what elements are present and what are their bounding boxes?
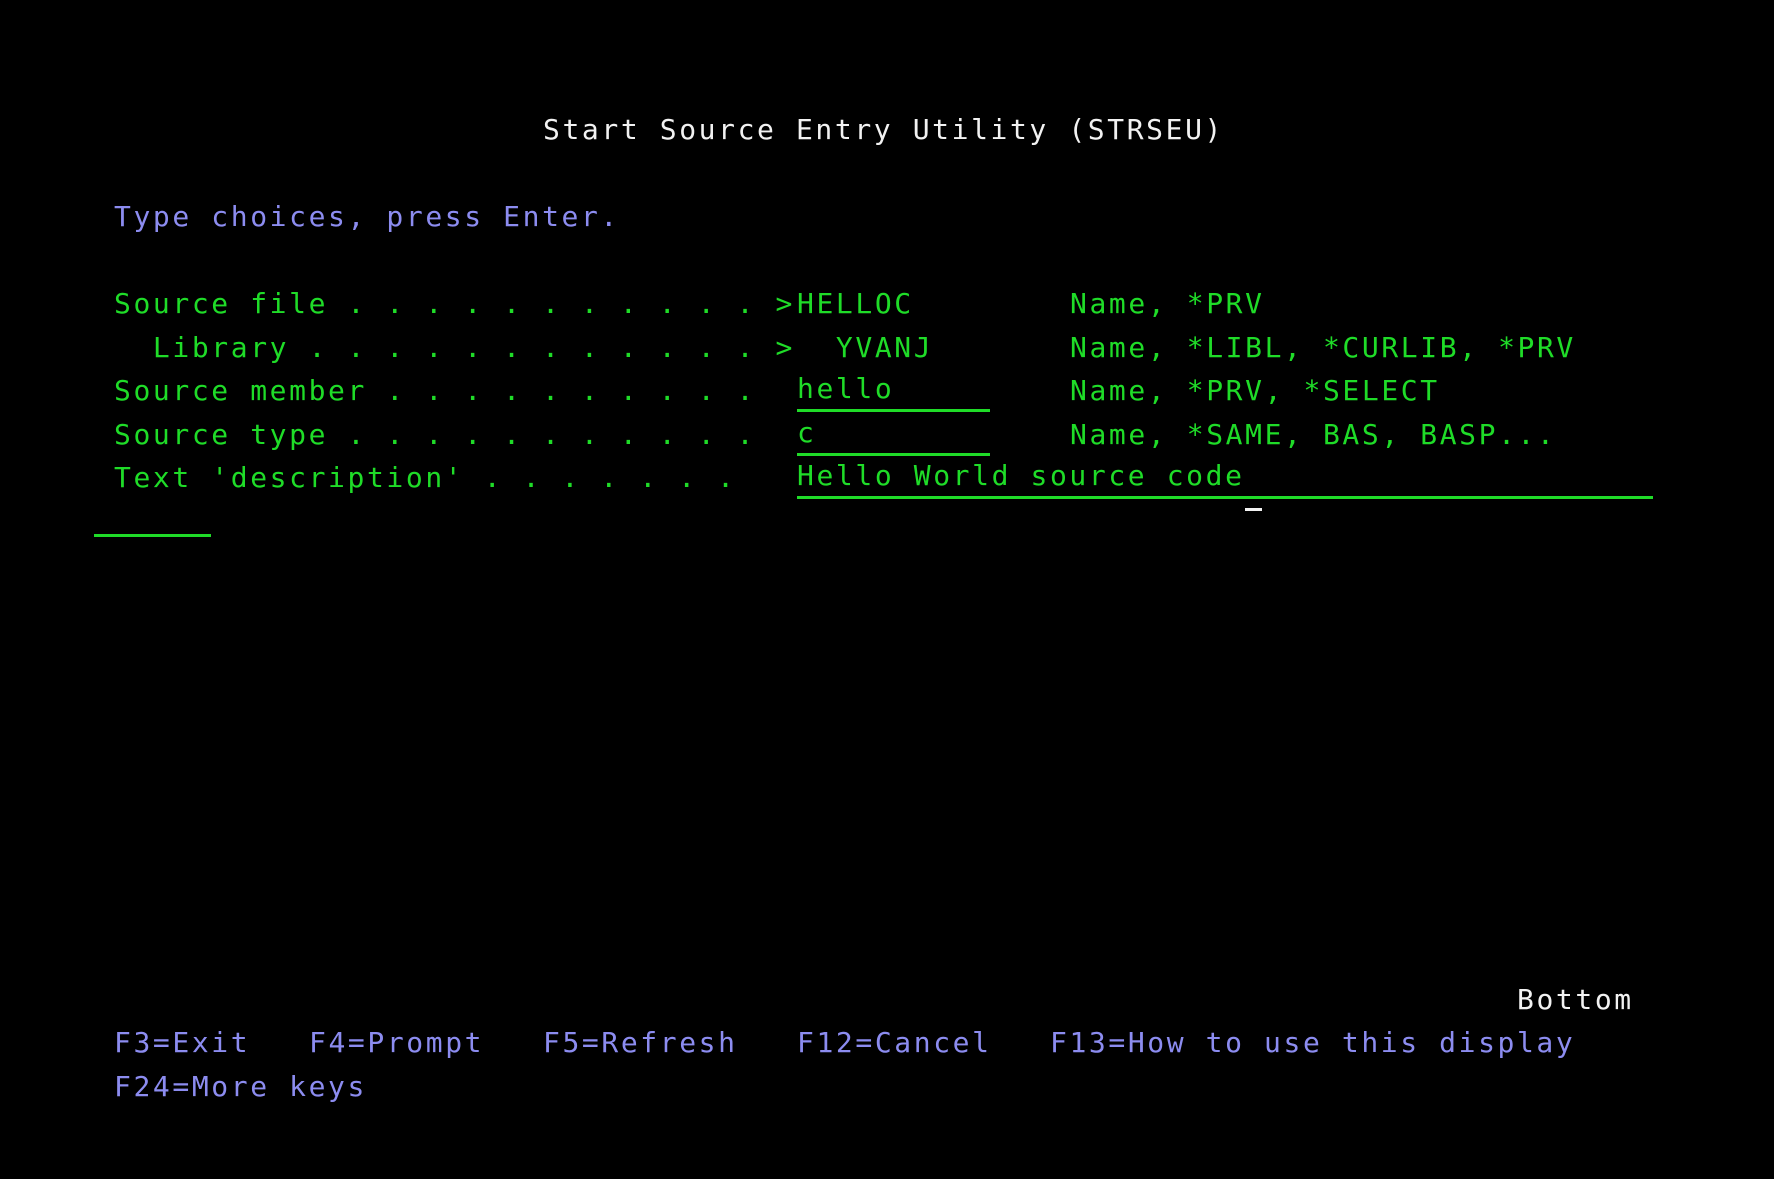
screen-title: Start Source Entry Utility (STRSEU)	[543, 113, 1225, 146]
source-file-hint: Name, *PRV	[1070, 287, 1265, 320]
source-member-hint: Name, *PRV, *SELECT	[1070, 374, 1440, 407]
library-hint: Name, *LIBL, *CURLIB, *PRV	[1070, 331, 1576, 364]
source-file-label: Source file . . . . . . . . . . . >	[114, 287, 796, 320]
f3-exit-key[interactable]: F3=Exit	[114, 1021, 250, 1064]
library-label: Library . . . . . . . . . . . . >	[114, 331, 796, 364]
source-member-label: Source member . . . . . . . . . .	[114, 374, 757, 407]
f24-more-keys-key[interactable]: F24=More keys	[114, 1065, 367, 1108]
library-input[interactable]: YVANJ	[797, 326, 933, 369]
text-description-input[interactable]: Hello World source code	[797, 456, 1653, 499]
instruction-text: Type choices, press Enter.	[114, 200, 620, 233]
source-type-input[interactable]: c	[797, 413, 990, 456]
f13-help-key[interactable]: F13=How to use this display	[1050, 1021, 1575, 1064]
f5-refresh-key[interactable]: F5=Refresh	[543, 1021, 738, 1064]
text-description-input-continuation[interactable]	[94, 531, 211, 537]
f12-cancel-key[interactable]: F12=Cancel	[797, 1021, 992, 1064]
f4-prompt-key[interactable]: F4=Prompt	[309, 1021, 484, 1064]
scroll-status: Bottom	[1517, 983, 1634, 1016]
source-type-label: Source type . . . . . . . . . . .	[114, 418, 757, 451]
source-member-input[interactable]: hello	[797, 369, 990, 412]
terminal-screen: Start Source Entry Utility (STRSEU) Type…	[0, 0, 1774, 1179]
source-type-hint: Name, *SAME, BAS, BASP...	[1070, 418, 1557, 451]
source-file-input[interactable]: HELLOC	[797, 282, 914, 325]
text-cursor	[1245, 508, 1262, 511]
text-description-label: Text 'description' . . . . . . .	[114, 461, 737, 494]
